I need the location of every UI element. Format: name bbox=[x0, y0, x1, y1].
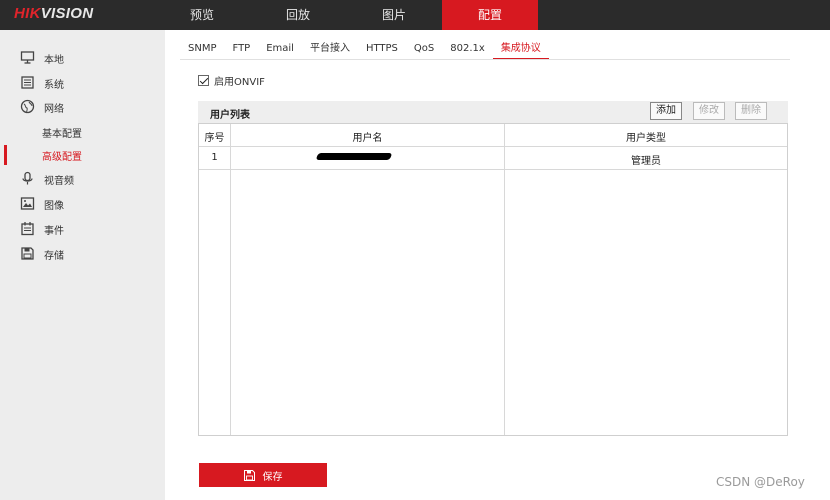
sidebar-item-image[interactable]: 图像 bbox=[0, 192, 165, 216]
config-tabs: SNMP FTP Email 平台接入 HTTPS QoS 802.1x 集成协… bbox=[180, 40, 549, 60]
sidebar: 本地 系统 网络 基本配置 高级配置 视音频 图像 事件 存储 bbox=[0, 30, 165, 500]
sidebar-item-basic-config[interactable]: 基本配置 bbox=[0, 120, 165, 144]
onvif-label: 启用ONVIF bbox=[214, 77, 265, 88]
column-header-username: 用户名 bbox=[352, 133, 383, 144]
sidebar-item-storage[interactable]: 存储 bbox=[0, 242, 165, 266]
tab-https[interactable]: HTTPS bbox=[358, 40, 406, 60]
sidebar-item-event[interactable]: 事件 bbox=[0, 217, 165, 241]
save-button[interactable]: 保存 bbox=[199, 463, 327, 487]
main-nav: 预览 回放 图片 配置 bbox=[154, 0, 538, 30]
tab-snmp[interactable]: SNMP bbox=[180, 40, 225, 60]
onvif-checkbox[interactable] bbox=[198, 75, 209, 86]
sidebar-item-advanced-config[interactable]: 高级配置 bbox=[0, 143, 165, 167]
sidebar-label-image: 图像 bbox=[44, 201, 64, 212]
add-button[interactable]: 添加 bbox=[650, 102, 682, 120]
tab-platform-access[interactable]: 平台接入 bbox=[302, 40, 358, 60]
modify-button[interactable]: 修改 bbox=[693, 102, 725, 120]
monitor-icon bbox=[20, 51, 35, 64]
sidebar-label-event: 事件 bbox=[44, 226, 64, 237]
header-divider bbox=[199, 146, 787, 147]
hikvision-logo: HIKVISION bbox=[14, 5, 93, 22]
onvif-row: 启用ONVIF bbox=[198, 73, 265, 88]
save-icon bbox=[243, 469, 255, 481]
nav-playback[interactable]: 回放 bbox=[250, 0, 346, 30]
column-divider bbox=[504, 124, 505, 435]
logo-part-vision: VISION bbox=[40, 5, 94, 22]
sidebar-label-video-audio: 视音频 bbox=[44, 176, 74, 187]
sidebar-label-storage: 存储 bbox=[44, 251, 64, 262]
row-user-type[interactable]: 管理员 bbox=[505, 152, 787, 167]
column-divider bbox=[230, 124, 231, 435]
row-index[interactable]: 1 bbox=[199, 152, 230, 163]
calendar-icon bbox=[21, 222, 34, 236]
column-header-user-type: 用户类型 bbox=[626, 133, 666, 144]
top-bar: HIKVISION 预览 回放 图片 配置 bbox=[0, 0, 830, 30]
sidebar-item-system[interactable]: 系统 bbox=[0, 71, 165, 95]
tab-8021x[interactable]: 802.1x bbox=[442, 40, 493, 60]
sidebar-item-network[interactable]: 网络 bbox=[0, 95, 165, 119]
system-icon bbox=[21, 76, 34, 89]
row-divider bbox=[199, 169, 787, 170]
nav-configuration[interactable]: 配置 bbox=[442, 0, 538, 30]
sidebar-label-basic-config: 基本配置 bbox=[42, 129, 82, 140]
tab-qos[interactable]: QoS bbox=[406, 40, 442, 60]
sidebar-label-system: 系统 bbox=[44, 80, 64, 91]
globe-icon bbox=[20, 99, 35, 114]
image-icon bbox=[20, 197, 35, 210]
tab-email[interactable]: Email bbox=[258, 40, 302, 60]
delete-button[interactable]: 删除 bbox=[735, 102, 767, 120]
nav-preview[interactable]: 预览 bbox=[154, 0, 250, 30]
logo-part-hik: HIK bbox=[14, 5, 41, 22]
tab-integration-protocol[interactable]: 集成协议 bbox=[492, 40, 549, 60]
sidebar-item-video-audio[interactable]: 视音频 bbox=[0, 167, 165, 191]
save-label: 保存 bbox=[262, 471, 283, 483]
column-header-index: 序号 bbox=[204, 133, 225, 144]
user-list-header: 用户列表 添加 修改 删除 bbox=[198, 101, 788, 123]
tab-ftp[interactable]: FTP bbox=[225, 40, 259, 60]
microphone-icon bbox=[22, 171, 33, 185]
sidebar-label-network: 网络 bbox=[44, 104, 64, 115]
user-table: 序号 用户名 用户类型 1 管理员 bbox=[198, 123, 788, 436]
sidebar-item-local[interactable]: 本地 bbox=[0, 46, 165, 70]
redacted-username bbox=[315, 153, 393, 160]
user-list-title: 用户列表 bbox=[210, 110, 250, 121]
storage-icon bbox=[21, 247, 34, 260]
sidebar-label-local: 本地 bbox=[44, 55, 64, 66]
watermark: CSDN @DeRoy bbox=[716, 475, 805, 489]
tabs-divider bbox=[180, 59, 790, 60]
sidebar-label-advanced-config: 高级配置 bbox=[42, 152, 82, 163]
nav-picture[interactable]: 图片 bbox=[346, 0, 442, 30]
